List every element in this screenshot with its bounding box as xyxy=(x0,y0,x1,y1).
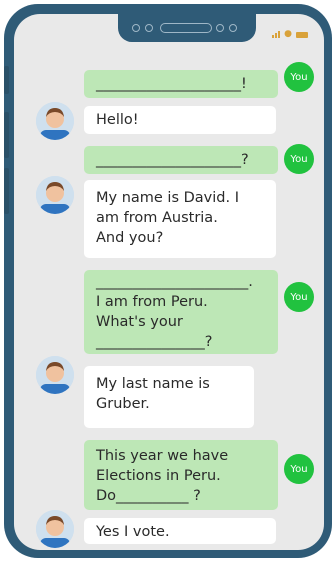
message-line: _______________? xyxy=(96,334,213,350)
message-line: am from Austria. xyxy=(96,210,218,226)
battery-icon xyxy=(296,32,308,38)
message-line: I am from Peru. xyxy=(96,294,208,310)
david-avatar xyxy=(36,510,74,548)
david-avatar xyxy=(36,356,74,394)
message-text: ____________________! xyxy=(96,76,247,92)
message-line: My last name is xyxy=(96,376,210,392)
you-label: You xyxy=(290,71,308,83)
camera-icon xyxy=(145,24,153,32)
phone-frame: ● ____________________! You Hello! _____… xyxy=(4,4,332,558)
sensor-icon xyxy=(229,24,237,32)
you-label: You xyxy=(290,153,308,165)
wifi-icon: ● xyxy=(284,29,292,39)
sent-message[interactable]: ____________________? xyxy=(84,146,278,174)
you-label: You xyxy=(290,291,308,303)
message-line: Gruber. xyxy=(96,396,150,412)
message-line: Do__________ ? xyxy=(96,488,201,504)
you-avatar: You xyxy=(284,282,314,312)
you-avatar: You xyxy=(284,62,314,92)
signal-icon xyxy=(272,31,281,38)
received-message[interactable]: Hello! xyxy=(84,106,276,134)
sent-message[interactable]: _____________________. I am from Peru. W… xyxy=(84,270,278,354)
message-line: This year we have xyxy=(96,448,229,464)
side-button xyxy=(4,66,9,94)
message-line: And you? xyxy=(96,230,164,246)
sent-message[interactable]: ____________________! xyxy=(84,70,278,98)
you-avatar: You xyxy=(284,454,314,484)
you-avatar: You xyxy=(284,144,314,174)
camera-icon xyxy=(216,24,224,32)
message-text: Hello! xyxy=(96,112,139,128)
speaker-icon xyxy=(160,23,212,33)
received-message[interactable]: Yes I vote. xyxy=(84,518,276,544)
side-button xyxy=(4,112,9,158)
message-line: _____________________. xyxy=(96,274,253,290)
received-message[interactable]: My name is David. I am from Austria. And… xyxy=(84,180,276,258)
side-button xyxy=(4,168,9,214)
sent-message[interactable]: This year we have Elections in Peru. Do_… xyxy=(84,440,278,510)
message-line: Elections in Peru. xyxy=(96,468,221,484)
message-line: What's your xyxy=(96,314,183,330)
david-avatar xyxy=(36,102,74,140)
sensor-icon xyxy=(132,24,140,32)
message-line: My name is David. I xyxy=(96,190,239,206)
chat-screen[interactable]: ● ____________________! You Hello! _____… xyxy=(14,14,324,550)
message-text: ____________________? xyxy=(96,152,249,168)
received-message[interactable]: My last name is Gruber. xyxy=(84,366,254,428)
camera-notch xyxy=(118,14,256,42)
status-icons: ● xyxy=(272,29,308,39)
you-label: You xyxy=(290,463,308,475)
message-text: Yes I vote. xyxy=(96,524,170,540)
david-avatar xyxy=(36,176,74,214)
